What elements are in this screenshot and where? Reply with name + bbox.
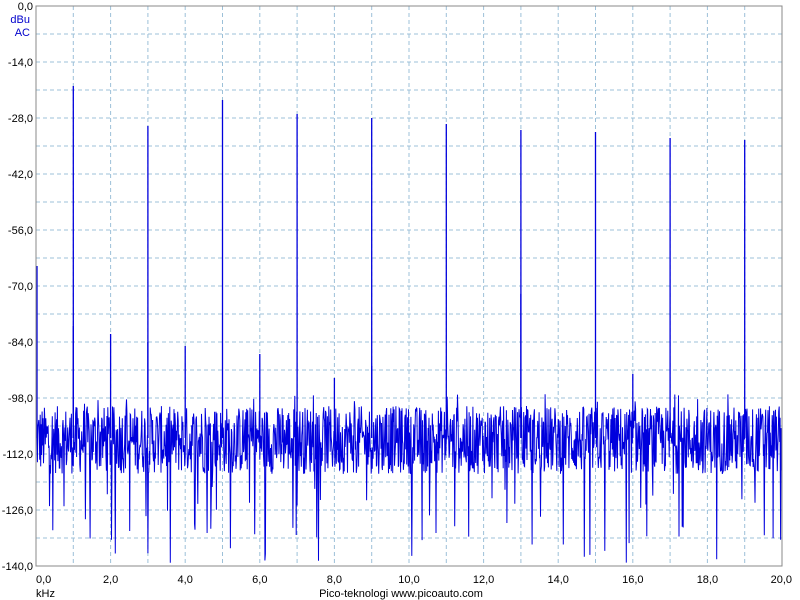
- x-tick-label: 20,0: [771, 574, 792, 586]
- x-tick-label: 6,0: [252, 574, 267, 586]
- y-tick-label: -126,0: [2, 505, 33, 517]
- y-tick-labels: 0,0 -14,0 -28,0 -42,0 -56,0 -70,0 -84,0 -98,0 -1…: [2, 1, 33, 573]
- x-tick-label: 4,0: [178, 574, 193, 586]
- y-tick-label: -140,0: [2, 561, 33, 573]
- x-unit-label: kHz: [36, 588, 55, 600]
- x-tick-label: 16,0: [622, 574, 643, 586]
- spectrum-chart: 0,0 -14,0 -28,0 -42,0 -56,0 -70,0 -84,0 -98,0 -1…: [2, 1, 792, 600]
- y-coupling-label: AC: [15, 27, 30, 39]
- y-unit-label: dBu: [10, 14, 30, 26]
- x-tick-label: 12,0: [473, 574, 494, 586]
- x-tick-label: 0,0: [36, 574, 51, 586]
- x-tick-label: 18,0: [697, 574, 718, 586]
- x-tick-label: 10,0: [398, 574, 419, 586]
- y-tick-label: -98,0: [8, 393, 33, 405]
- y-tick-label: -56,0: [8, 225, 33, 237]
- y-tick-label: 0,0: [18, 1, 33, 13]
- x-tick-label: 8,0: [327, 574, 342, 586]
- y-tick-label: -84,0: [8, 337, 33, 349]
- y-tick-label: -28,0: [8, 113, 33, 125]
- y-tick-label: -70,0: [8, 281, 33, 293]
- x-tick-labels: 0,0 2,0 4,0 6,0 8,0 10,0 12,0 14,0 16,0 18,0 20,0: [36, 574, 792, 586]
- credit-text: Pico-teknologi www.picoauto.com: [319, 588, 483, 600]
- y-tick-label: -112,0: [3, 449, 33, 461]
- x-tick-label: 14,0: [547, 574, 568, 586]
- y-tick-label: -14,0: [8, 57, 33, 69]
- x-tick-label: 2,0: [103, 574, 118, 586]
- y-tick-label: -42,0: [8, 169, 33, 181]
